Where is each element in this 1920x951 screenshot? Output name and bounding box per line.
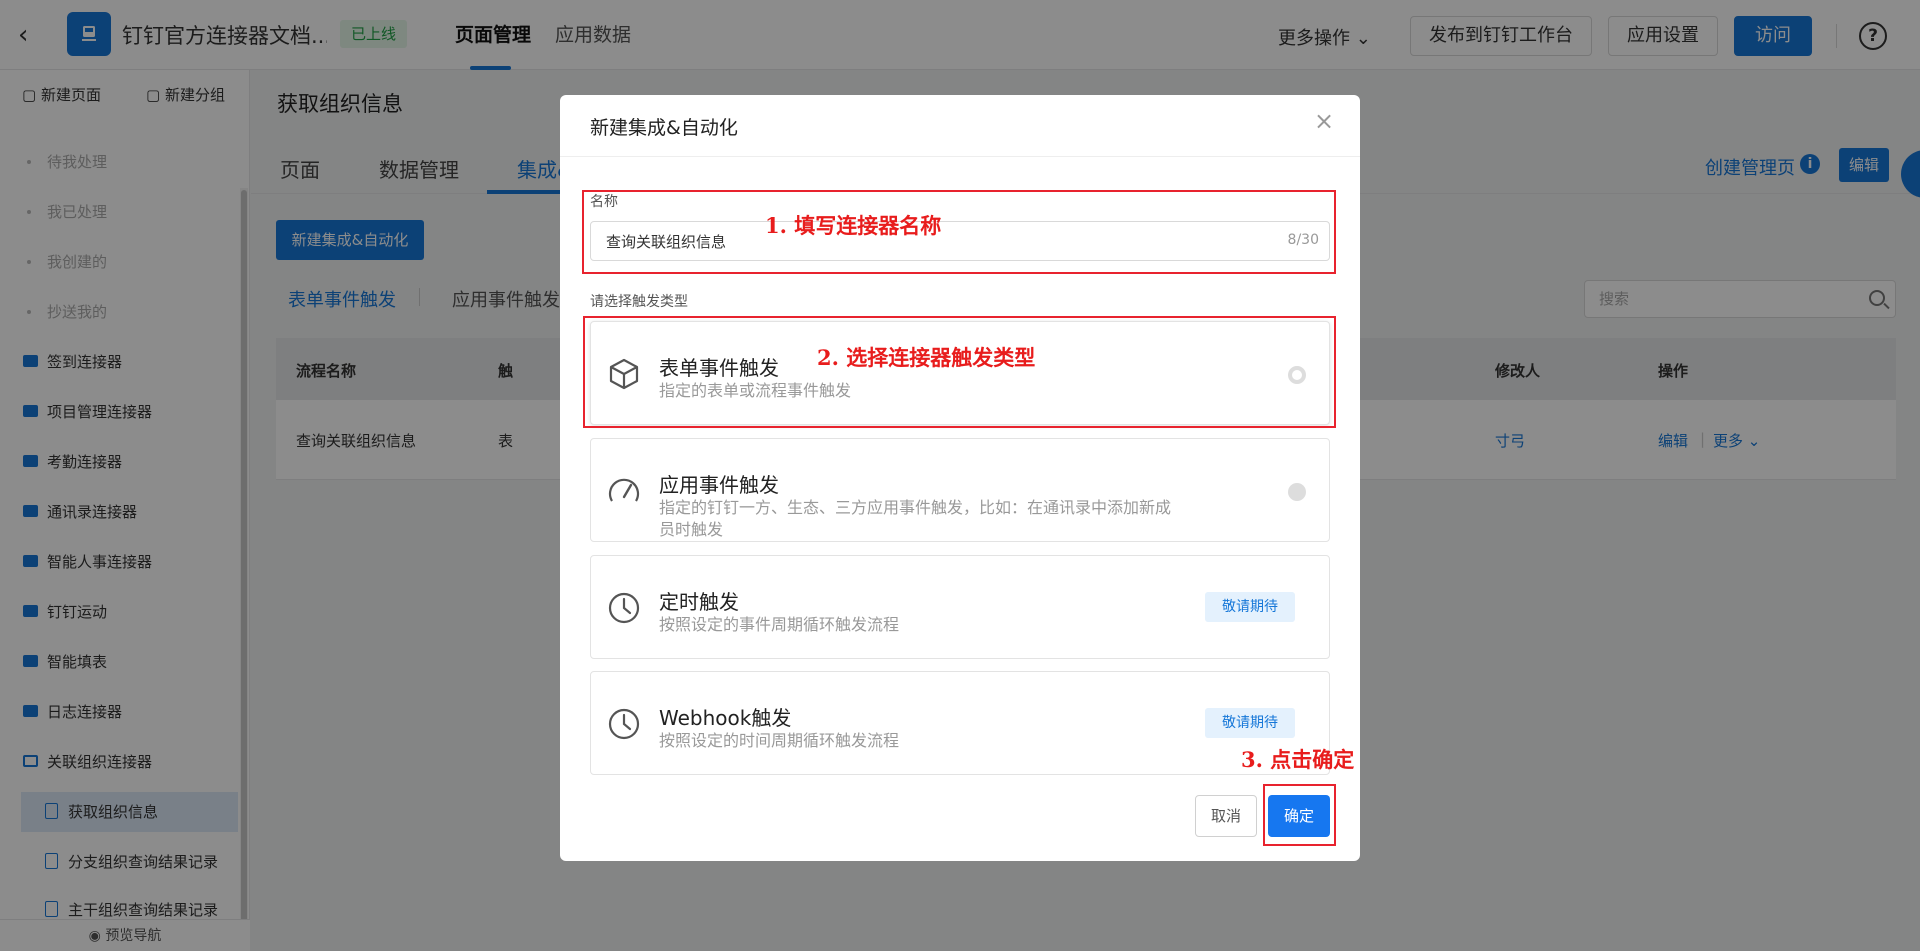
coming-soon-badge: 敬请期待 [1205, 592, 1295, 622]
option-scheduled[interactable]: 定时触发 按照设定的事件周期循环触发流程 敬请期待 [590, 555, 1330, 659]
modal-header: 新建集成&自动化 × [560, 95, 1360, 157]
option-app-event[interactable]: 应用事件触发 指定的钉钉一方、生态、三方应用事件触发，比如：在通讯录中添加新成员… [590, 438, 1330, 542]
annotation-step1: 1. 填写连接器名称 [765, 213, 942, 238]
coming-soon-badge: 敬请期待 [1205, 708, 1295, 738]
radio-button[interactable] [1288, 483, 1306, 501]
cancel-button[interactable]: 取消 [1195, 795, 1257, 837]
clock-icon [608, 708, 640, 740]
option-title: 应用事件触发 [659, 473, 779, 497]
annotation-box-trigger [583, 316, 1336, 428]
trigger-type-label: 请选择触发类型 [590, 294, 688, 310]
speedometer-icon [608, 478, 640, 502]
clock-icon [608, 592, 640, 624]
option-title: 定时触发 [659, 590, 739, 614]
annotation-box-name [582, 190, 1336, 274]
option-desc: 指定的钉钉一方、生态、三方应用事件触发，比如：在通讯录中添加新成员时触发 [659, 498, 1172, 539]
option-webhook[interactable]: Webhook触发 按照设定的时间周期循环触发流程 敬请期待 [590, 671, 1330, 775]
option-desc: 按照设定的事件周期循环触发流程 [659, 615, 900, 634]
modal-title: 新建集成&自动化 [590, 117, 738, 139]
annotation-step2: 2. 选择连接器触发类型 [817, 345, 1036, 370]
option-title: Webhook触发 [659, 706, 792, 730]
option-desc: 按照设定的时间周期循环触发流程 [659, 731, 900, 750]
close-icon[interactable]: × [1312, 109, 1336, 133]
annotation-box-confirm [1263, 784, 1336, 846]
annotation-step3: 3. 点击确定 [1241, 747, 1355, 772]
